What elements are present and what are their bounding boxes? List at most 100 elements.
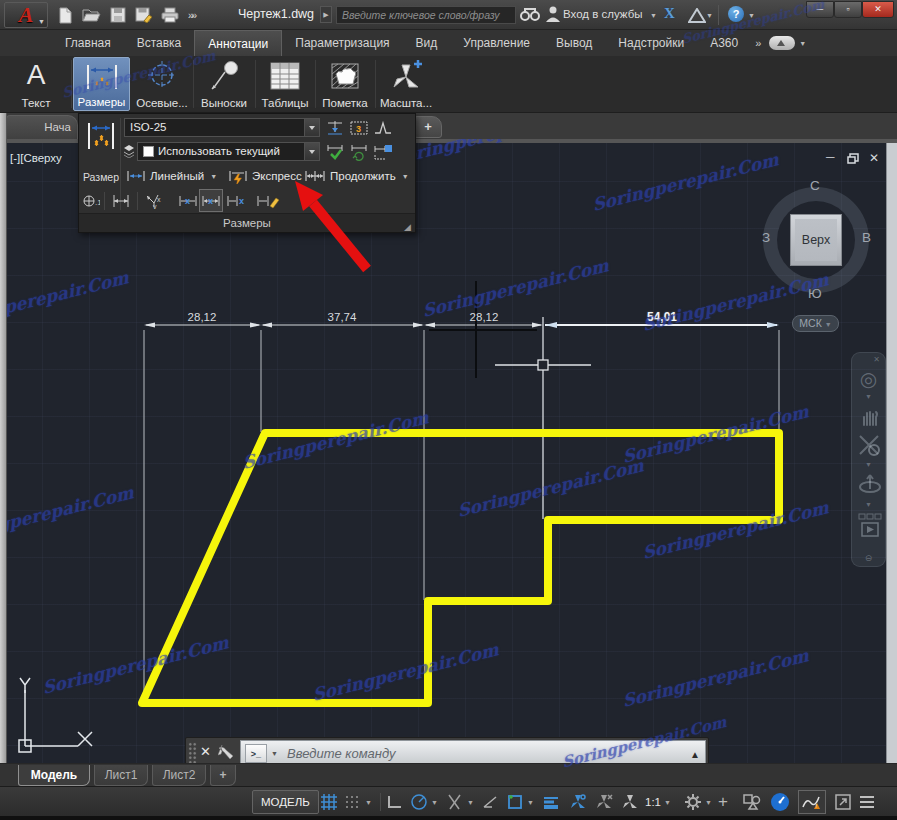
express-dim-button[interactable]: Экспресс	[225, 166, 305, 186]
viewcube-top-face[interactable]: Верх	[790, 214, 842, 266]
navbar-dropdown-icon[interactable]: ▼	[852, 393, 885, 400]
canvas-close-icon[interactable]: ✕	[869, 151, 879, 165]
model-space-button[interactable]: МОДЕЛЬ	[252, 790, 319, 814]
viewcube-east-label[interactable]: В	[862, 230, 871, 245]
vertical-scrollbar[interactable]	[886, 143, 897, 763]
navbar-collapse-icon[interactable]: ⊖	[852, 553, 885, 563]
graphics-performance-button[interactable]	[770, 790, 790, 814]
ortho-mode-button[interactable]	[386, 790, 404, 814]
layout-tab-list1[interactable]: Лист1	[94, 765, 148, 786]
annotation-scale-button[interactable]	[620, 790, 640, 814]
combo-dropdown-icon[interactable]	[304, 143, 319, 160]
command-prompt-dropdown-icon[interactable]: ▼	[271, 750, 278, 757]
navbar-close-icon[interactable]: ✕	[852, 355, 885, 364]
fullscreen-button[interactable]	[834, 790, 852, 814]
canvas-restore-icon[interactable]	[847, 153, 859, 164]
ribbon-tab-parametrizaciya[interactable]: Параметризация	[282, 30, 402, 56]
dim-update-icon[interactable]	[348, 142, 370, 162]
ribbon-tabs-overflow-icon[interactable]: »	[751, 37, 763, 49]
command-prompt-icon[interactable]: >_	[245, 744, 267, 763]
dim-layer-combo[interactable]: Использовать текущий	[137, 142, 320, 161]
tray-plus-button[interactable]: +	[718, 790, 728, 814]
dim-ordinate-icon[interactable]: xy	[143, 191, 167, 211]
orbit-dropdown-icon[interactable]: ▼	[852, 501, 885, 508]
qat-more-icon[interactable]: »»	[188, 10, 195, 21]
a360-dropdown-icon[interactable]: ▼	[706, 12, 713, 19]
panel-text[interactable]: A Текст	[2, 57, 70, 111]
ribbon-tab-vyvod[interactable]: Вывод	[543, 30, 605, 56]
osnap-tracking-button[interactable]: ▼	[446, 790, 474, 814]
polar-tracking-button[interactable]: ▼	[410, 790, 438, 814]
panel-markup[interactable]: Пометка	[317, 57, 373, 111]
zoom-dropdown-icon[interactable]: ▼	[852, 461, 885, 468]
dim-style-combo[interactable]: ISO-25	[124, 118, 320, 137]
save-icon[interactable]	[110, 7, 126, 23]
new-drawing-tab-button[interactable]: +	[414, 116, 442, 138]
command-history-up-icon[interactable]: ▲	[690, 749, 700, 760]
steering-wheel-icon[interactable]: ◎	[852, 367, 885, 391]
dimension-big-button[interactable]: Размер	[81, 119, 121, 169]
viewcube-west-label[interactable]: З	[762, 230, 770, 245]
dim-baseline-icon[interactable]	[109, 191, 133, 211]
close-button[interactable]: ✕	[862, 1, 894, 18]
dim-check-icon[interactable]	[324, 142, 346, 162]
settings-gear-button[interactable]: ▼	[684, 790, 712, 814]
dim-inspect-icon[interactable]: x	[225, 191, 247, 211]
start-file-tab[interactable]: Нача	[6, 115, 78, 139]
dim-break-icon[interactable]	[324, 118, 346, 138]
a360-icon[interactable]	[688, 8, 706, 23]
hardware-acceleration-button[interactable]: !	[798, 790, 826, 814]
continue-dim-button[interactable]: Продолжить▼	[301, 166, 412, 186]
save-as-icon[interactable]	[135, 7, 152, 23]
print-icon[interactable]	[161, 7, 179, 23]
signin-dropdown-icon[interactable]: ▼	[650, 12, 657, 19]
grid-display-button[interactable]	[320, 790, 338, 814]
dim-override-icon[interactable]	[372, 142, 394, 162]
new-file-icon[interactable]	[58, 7, 73, 24]
title-dropdown-icon[interactable]: ▶	[320, 6, 332, 23]
panel-annotation-scaling[interactable]: Масшта...	[377, 57, 435, 111]
linear-dim-button[interactable]: Линейный▼	[123, 166, 220, 186]
restore-button[interactable]: ▫	[834, 1, 862, 18]
wcs-button[interactable]: МСК ▼	[792, 315, 839, 332]
search-binoculars-icon[interactable]	[520, 6, 540, 21]
dim-edit-icon[interactable]	[255, 191, 281, 211]
command-bar-wrench-icon[interactable]	[218, 743, 236, 761]
new-layout-tab-button[interactable]: +	[210, 765, 236, 786]
annotation-visibility-button[interactable]	[568, 790, 588, 814]
command-bar-close-icon[interactable]: ✕	[200, 744, 211, 759]
canvas-minimize-icon[interactable]: ─	[826, 150, 835, 164]
ribbon-tab-vid[interactable]: Вид	[403, 30, 451, 56]
ribbon-tab-glavnaya[interactable]: Главная	[52, 30, 124, 56]
panel-tables[interactable]: Таблицы	[257, 57, 313, 111]
ribbon-tab-vstavka[interactable]: Вставка	[124, 30, 195, 56]
ribbon-minimize-icon[interactable]	[769, 36, 795, 50]
flyout-footer[interactable]: Размеры◢	[79, 213, 415, 232]
dim-tolerance-icon[interactable]: x	[177, 191, 199, 211]
viewport-controls-label[interactable]: [-][Сверху	[10, 152, 62, 164]
app-logo-button[interactable]: A▼	[4, 2, 48, 28]
command-bar-grip[interactable]	[188, 742, 197, 765]
panel-dialog-launcher-icon[interactable]: ◢	[404, 218, 411, 236]
autodesk-exchange-icon[interactable]: X	[664, 5, 675, 22]
combo-dropdown-icon[interactable]	[304, 119, 319, 136]
open-file-icon[interactable]	[82, 7, 101, 23]
lineweight-button[interactable]	[542, 790, 560, 814]
ribbon-tab-upravlenie[interactable]: Управление	[450, 30, 543, 56]
isolate-objects-button[interactable]	[742, 790, 762, 814]
viewcube-north-label[interactable]: С	[810, 178, 820, 193]
object-snap-button[interactable]: ▼	[506, 790, 534, 814]
dim-jog-icon[interactable]	[372, 118, 394, 138]
autoscale-button[interactable]	[594, 790, 614, 814]
scale-value-button[interactable]: 1:1▼	[645, 790, 671, 814]
customization-menu-icon[interactable]	[858, 790, 876, 814]
dim-adjust-icon[interactable]: 3	[348, 118, 370, 138]
navigation-bar[interactable]: ✕ ◎ ▼ ▼ ▼ ⊖	[851, 352, 886, 567]
layout-tab-model[interactable]: Модель	[18, 765, 90, 786]
ribbon-minimize-dropdown-icon[interactable]: ▼	[799, 40, 806, 47]
snap-mode-button[interactable]: ▼	[344, 790, 372, 814]
dim-quick-icon[interactable]: .1	[82, 191, 100, 211]
isometric-button[interactable]	[482, 790, 500, 814]
layout-tab-list2[interactable]: Лист2	[152, 765, 206, 786]
help-search-input[interactable]: Введите ключевое слово/фразу	[336, 6, 516, 24]
